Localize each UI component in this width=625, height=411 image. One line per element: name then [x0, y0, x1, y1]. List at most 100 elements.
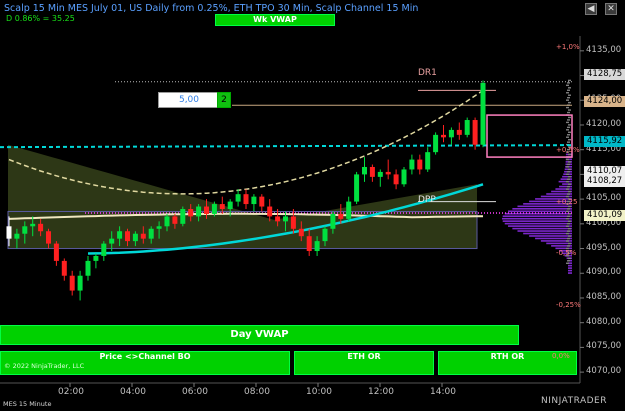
price-tick-label: 4080,00 [586, 316, 622, 327]
tpo-profile-mark [566, 240, 569, 242]
candle-body [298, 228, 304, 237]
volume-profile-bar [535, 237, 572, 240]
candle-body [93, 255, 99, 261]
chart-title: Scalp 15 Min MES July 01, US Daily from … [4, 3, 419, 14]
volume-profile-bar [508, 225, 572, 227]
candle-body [156, 226, 162, 229]
day-vwap-button[interactable]: Day VWAP [0, 325, 519, 345]
tpo-profile-mark [567, 193, 570, 195]
volume-profile-bar [529, 235, 572, 237]
time-tick-label: 04:00 [120, 387, 146, 397]
tpo-profile-mark [568, 139, 571, 141]
tpo-profile-mark [568, 116, 571, 119]
tpo-profile-mark [567, 178, 570, 180]
scroll-left-button[interactable]: ◀ [585, 3, 597, 15]
tpo-profile-mark [566, 129, 569, 131]
tpo-profile-mark [567, 126, 570, 129]
candle-body [385, 171, 391, 175]
percent-level-label: 0,0% [552, 352, 570, 360]
volume-profile-bar [560, 178, 572, 180]
candle-body [306, 236, 312, 252]
tpo-profile-mark [568, 176, 571, 178]
tpo-profile-mark [566, 232, 569, 235]
tpo-profile-mark [568, 183, 571, 185]
tpo-profile-mark [566, 210, 569, 213]
volume-profile-bar [502, 217, 572, 220]
volume-profile-bar [559, 185, 572, 188]
tpo-profile-mark [567, 82, 570, 84]
tpo-profile-mark [568, 153, 571, 156]
candle-body [259, 196, 265, 207]
tpo-profile-mark [568, 161, 571, 163]
time-tick-label: 14:00 [430, 387, 456, 397]
candle-body [85, 260, 91, 276]
tpo-profile-mark [568, 87, 571, 89]
candle-body [283, 216, 288, 222]
price-marker: 4108,27 [584, 176, 625, 187]
candle-body [164, 216, 170, 227]
candle-body [172, 216, 178, 224]
candle-body [314, 241, 320, 252]
candle-body [101, 243, 107, 256]
volume-profile-bar [502, 215, 572, 218]
candle-body [456, 129, 462, 135]
percent-level-label: +0,5% [556, 146, 580, 154]
tpo-profile-mark [566, 262, 569, 264]
close-button[interactable]: ✕ [605, 3, 617, 15]
tpo-profile-mark [568, 168, 571, 171]
candle-body [409, 159, 415, 170]
tpo-profile-mark [567, 245, 570, 247]
candle-body [140, 233, 146, 239]
tpo-profile-mark [567, 215, 570, 218]
candle-body [322, 228, 328, 242]
tpo-profile-mark [566, 121, 569, 124]
tpo-profile-mark [568, 190, 571, 193]
volume-profile-bar [504, 222, 572, 225]
candle-body [472, 120, 478, 145]
candle-body [14, 233, 20, 239]
time-tick-label: 12:00 [368, 387, 394, 397]
candle-body [69, 275, 75, 291]
tpo-profile-mark [567, 230, 570, 232]
candle-body [393, 174, 399, 185]
tpo-profile-mark [567, 134, 570, 136]
tpo-profile-mark [566, 99, 569, 101]
percent-level-label: +1,0% [556, 43, 580, 51]
tpo-profile-mark [566, 218, 569, 220]
candle-body [109, 238, 115, 244]
tpo-profile-mark [568, 242, 571, 245]
tpo-profile-mark [567, 237, 570, 240]
volume-profile-bar [568, 269, 572, 272]
candle-body [243, 194, 249, 205]
volume-profile-bar [568, 272, 572, 274]
daily-range-label: D 0.86% = 35.25 [6, 14, 75, 23]
price-marker: 4124,00 [584, 96, 625, 107]
price-tick-label: 4075,00 [586, 341, 622, 352]
candle-body [227, 201, 233, 209]
tpo-profile-mark [566, 136, 569, 138]
tpo-profile-mark [568, 79, 571, 82]
price-tick-label: 4135,00 [586, 44, 622, 55]
instrument-label: MES 15 Minute [3, 400, 52, 408]
tpo-profile-mark [568, 257, 571, 260]
price-marker: 4128,75 [584, 69, 625, 80]
tpo-profile-mark [567, 171, 570, 173]
eth-or-button[interactable]: ETH OR [294, 351, 434, 375]
candle-body [480, 82, 486, 145]
candle-body [204, 206, 209, 214]
dr1-label: DR1 [418, 68, 437, 78]
time-tick-label: 10:00 [306, 387, 332, 397]
candle-body [117, 231, 123, 239]
tpo-profile-mark [566, 84, 569, 87]
multiplier-button[interactable]: 2 [217, 92, 231, 108]
dpp-label: DPP [418, 195, 436, 205]
quantity-field[interactable]: 5,00 [158, 92, 220, 108]
candle-body [425, 152, 431, 170]
candle-body [46, 231, 51, 244]
wk-vwap-button[interactable]: Wk VWAP [215, 14, 335, 26]
candle-body [464, 120, 470, 135]
price-chart[interactable]: DR1 DPP [0, 0, 625, 411]
tpo-profile-mark [566, 181, 569, 183]
volume-profile-bar [502, 220, 572, 222]
tpo-profile-mark [568, 109, 571, 111]
